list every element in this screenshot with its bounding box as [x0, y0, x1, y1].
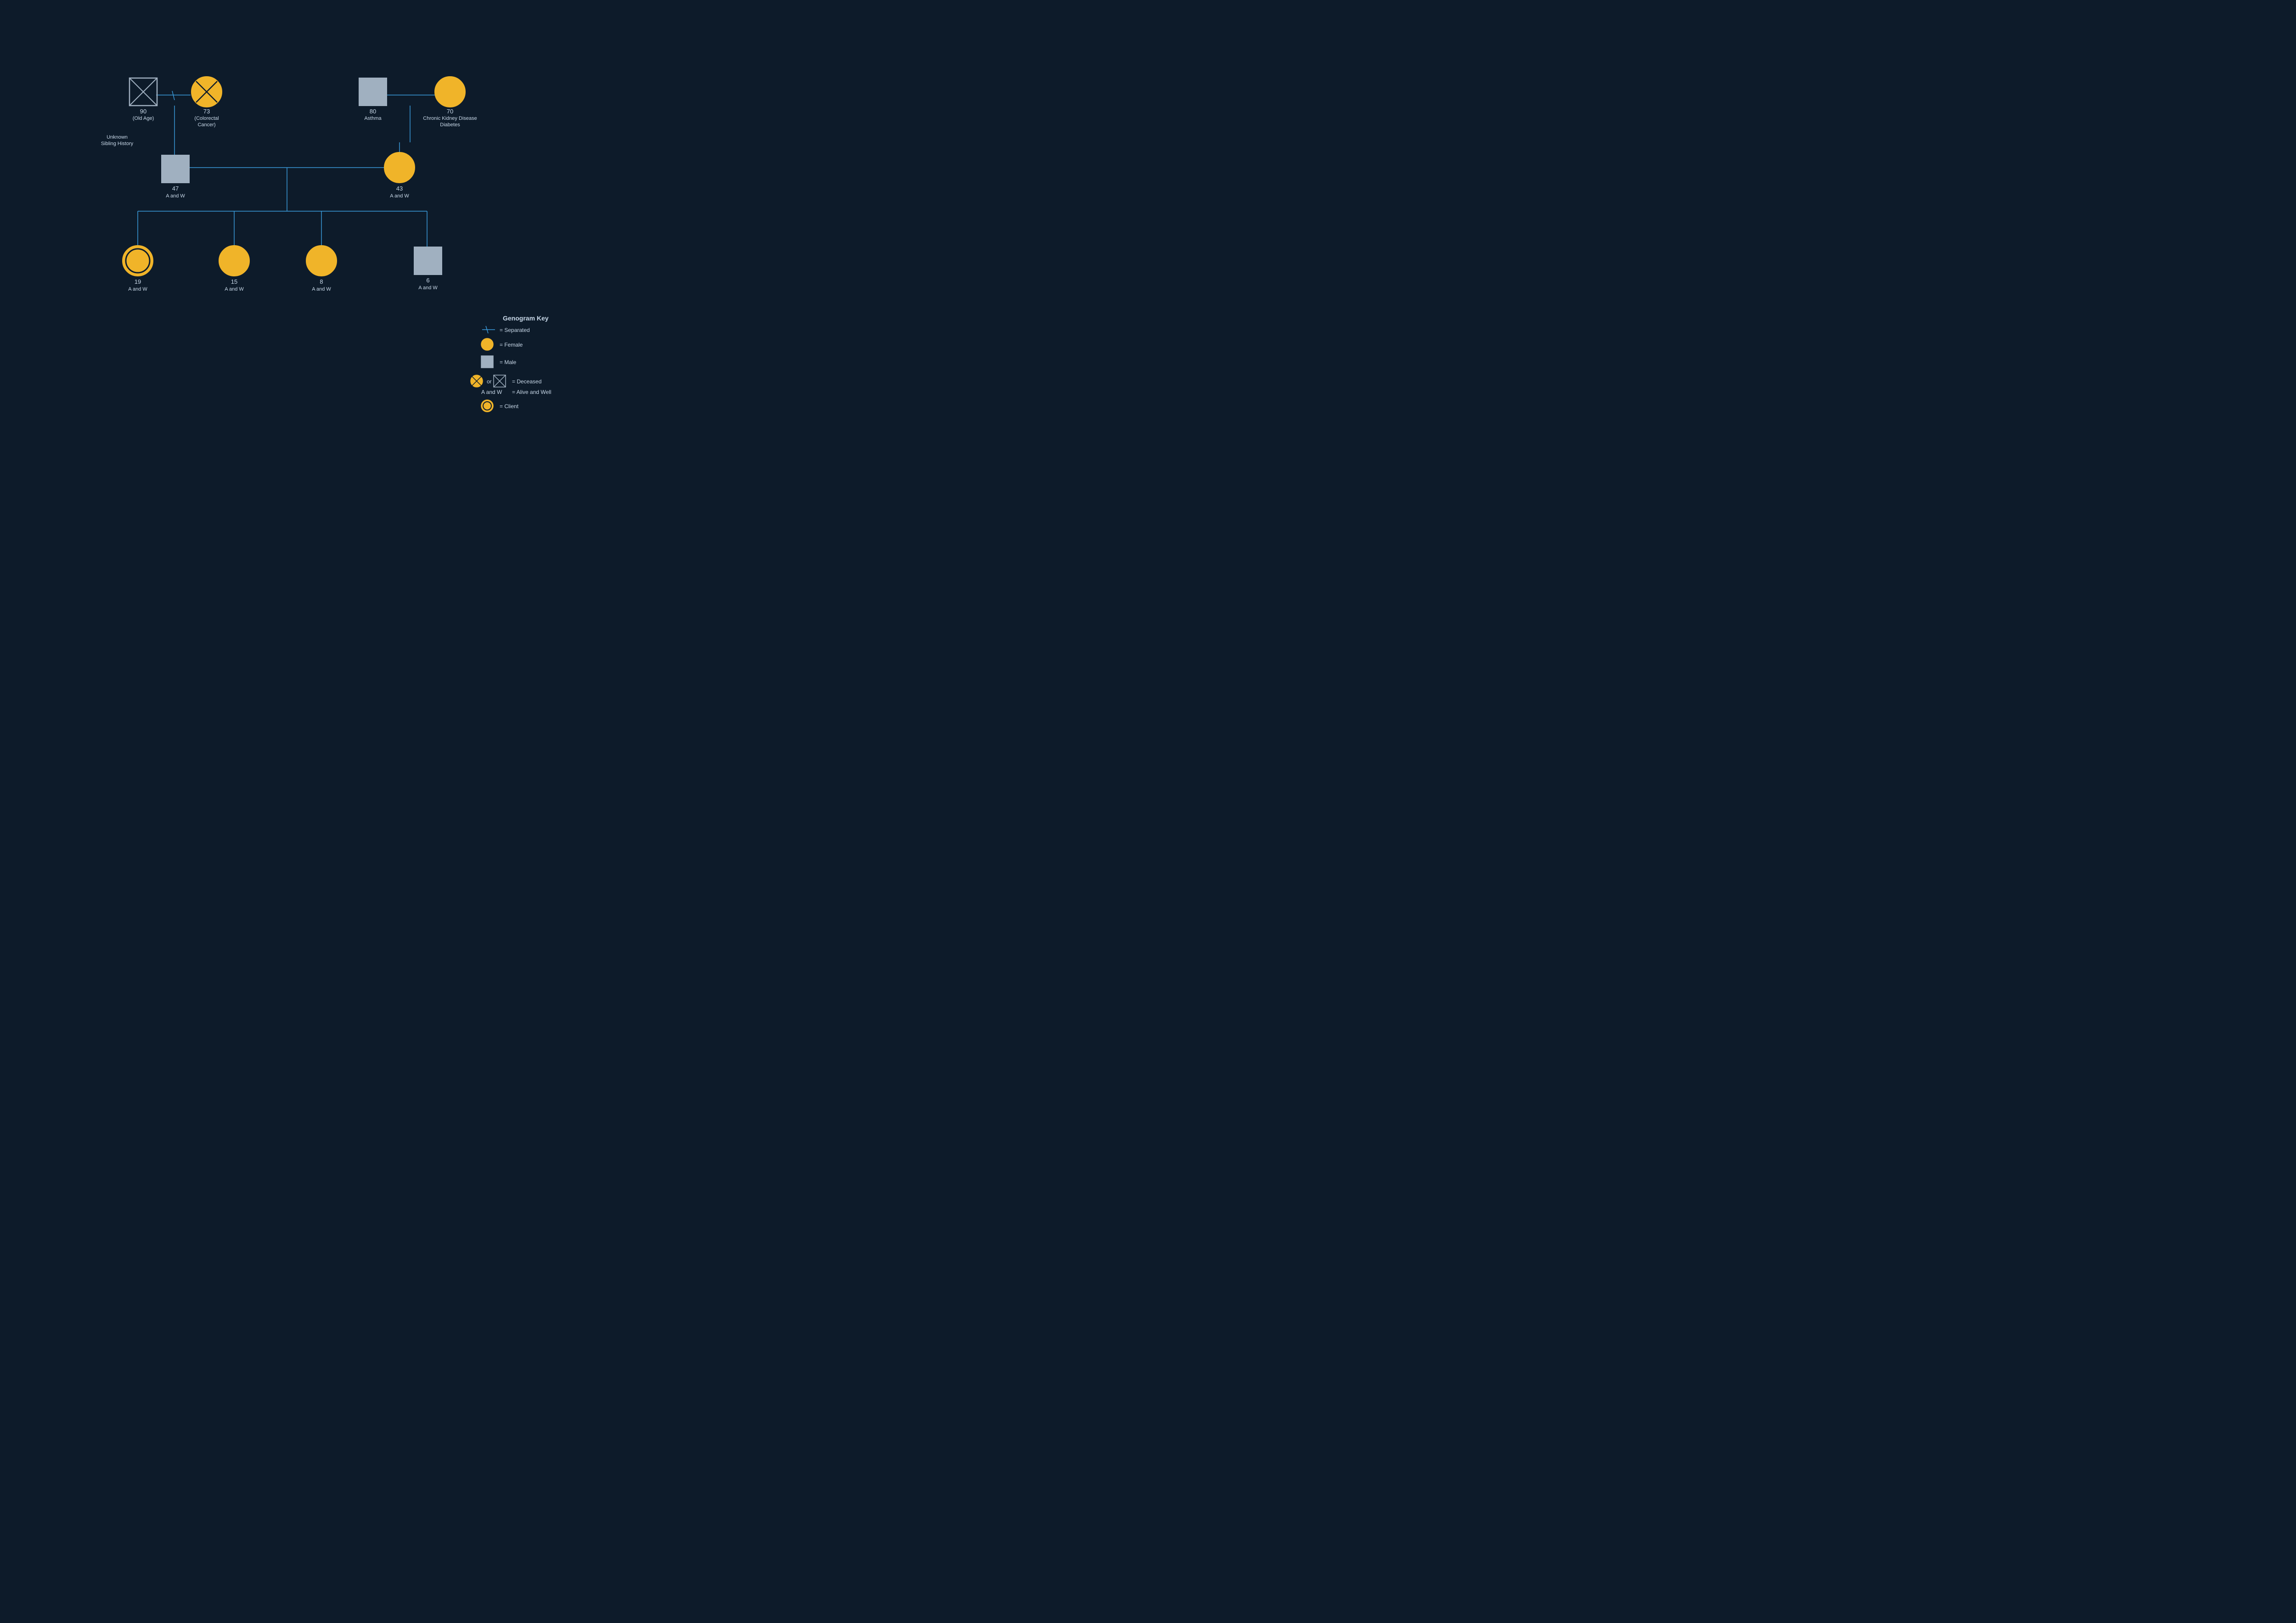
pmm-note1: Chronic Kidney Disease [423, 116, 477, 121]
c1-age: 19 [135, 278, 141, 285]
c1-outer [123, 246, 153, 276]
key-aw-sublabel: A and W [481, 389, 502, 395]
pgm-note2: Cancer) [197, 122, 215, 128]
c2-shape [219, 246, 249, 276]
key-male-shape [481, 356, 493, 368]
c3-age: 8 [320, 278, 323, 285]
mother-shape [384, 152, 415, 183]
key-deceased-label: = Deceased [512, 378, 541, 385]
key-client-label: = Client [500, 403, 519, 410]
pgm-age: 73 [203, 108, 210, 115]
c4-note: A and W [418, 285, 438, 291]
pmf-shape [359, 78, 387, 106]
pmf-age: 80 [370, 108, 376, 115]
pmm-shape [435, 77, 465, 107]
c3-shape [306, 246, 337, 276]
father-shape [162, 155, 189, 183]
key-or-text: or [487, 378, 492, 385]
pgm-note1: (Colorectal [194, 116, 219, 121]
pmf-note: Asthma [364, 116, 382, 121]
key-aw-label: = Alive and Well [512, 389, 551, 395]
key-male-label: = Male [500, 359, 517, 365]
c1-note: A and W [128, 286, 147, 292]
key-separated-label: = Separated [500, 327, 530, 333]
key-female-shape [481, 338, 493, 350]
sibling-note1: Unknown [107, 135, 128, 140]
pgf-note: (Old Age) [133, 116, 154, 121]
c4-age: 6 [426, 277, 429, 284]
mother-age: 43 [396, 185, 403, 192]
mother-note: A and W [390, 193, 409, 199]
pmm-age: 70 [447, 108, 453, 115]
key-title: Genogram Key [503, 314, 549, 322]
c2-note: A and W [225, 286, 244, 292]
c2-age: 15 [231, 278, 237, 285]
c4-shape [414, 247, 442, 275]
c3-note: A and W [312, 286, 331, 292]
pgf-age: 90 [140, 108, 146, 115]
father-age: 47 [172, 185, 179, 192]
key-female-label: = Female [500, 342, 523, 348]
father-note: A and W [166, 193, 185, 199]
pmm-note2: Diabetes [440, 122, 460, 128]
sibling-note2: Sibling History [101, 141, 134, 146]
